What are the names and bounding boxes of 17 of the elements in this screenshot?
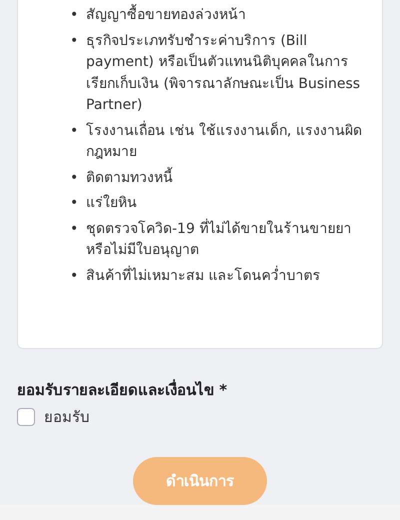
bullet: •: [70, 266, 80, 286]
list-item: โรงงานเถื่อน เช่น ใช้แรงงานเด็ก, แรงงานผิดกฎหมาย: [86, 120, 363, 162]
consent-heading: ยอมรับรายละเอียดและเงื่อนไข *: [17, 379, 228, 402]
bullet: •: [70, 194, 80, 213]
list-item: ติดตามทวงหนี้: [86, 166, 368, 191]
bullet: •: [70, 220, 80, 238]
bullet: •: [70, 32, 80, 50]
checkbox-label: ยอมรับ: [44, 407, 90, 428]
list-item: สินค้าที่ไม่เหมาะสม และโดนคว่ำบาตร: [86, 264, 322, 286]
checkbox[interactable]: [17, 408, 35, 426]
bullet: •: [70, 122, 80, 140]
list-item: แร่ใยหิน: [86, 194, 138, 213]
bullet: •: [70, 6, 80, 25]
list-item: สัญญาซื้อขายทองล่วงหน้า: [86, 3, 368, 28]
bullet: •: [70, 168, 80, 188]
list-item: ชุดตรวจโควิด-19 ที่ไม่ได้ขายในร้านขายยาหรือไม่มีใบอนุญาต: [86, 218, 352, 260]
list-item: ธุรกิจประเภทรับชำระค่าบริการ (Bill payment) หรือเป็นตัวแทนนิติบุคคลในการเรียกเก็บเงิน (พิจารณาลักษณะเป็น Business Partner): [86, 32, 362, 115]
